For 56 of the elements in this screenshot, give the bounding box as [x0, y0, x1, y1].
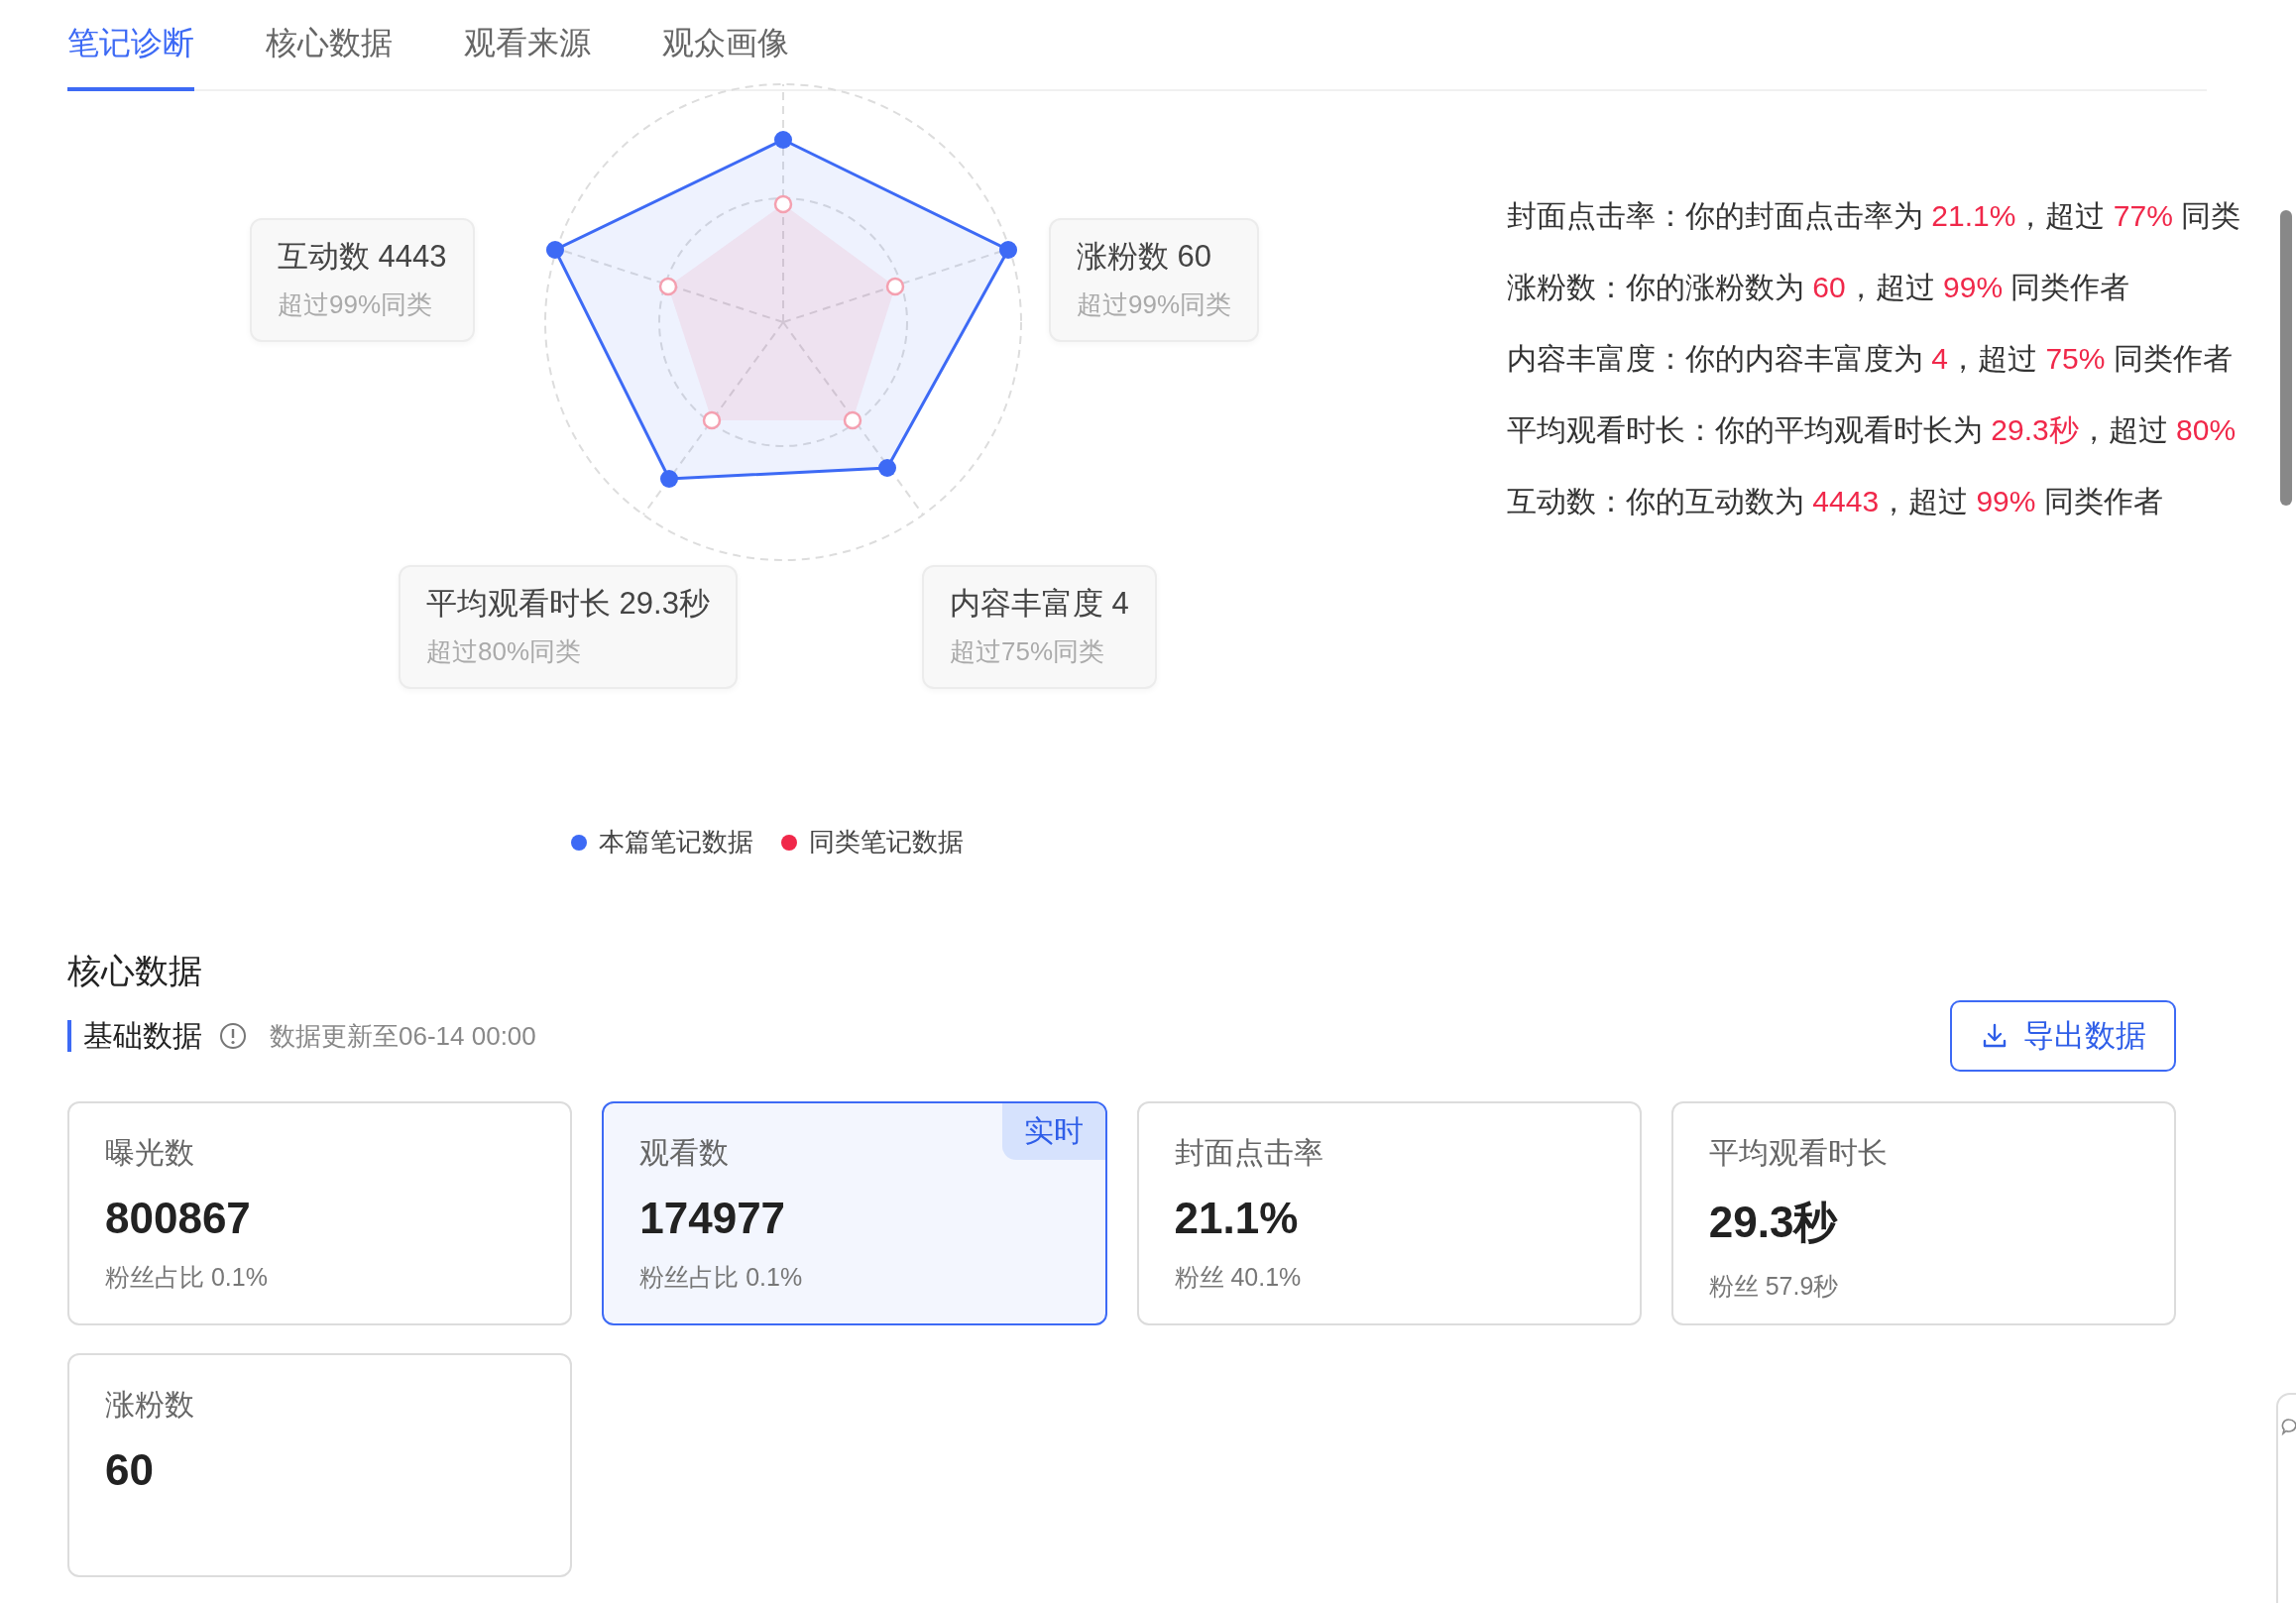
metric-value: 21.1%	[1174, 1194, 1300, 1243]
metric-label-title: 内容丰富度 4	[950, 585, 1129, 623]
note-data-point[interactable]	[546, 241, 564, 259]
update-time: 数据更新至06-14 00:00	[270, 1019, 536, 1053]
metric-name: 观看数	[639, 1135, 731, 1171]
subsection-title: 基础数据	[83, 1017, 202, 1054]
help-tab[interactable]	[2276, 1393, 2296, 1603]
tab[interactable]: 观众画像	[662, 22, 789, 91]
metric-card[interactable]: 实时 观看数 174977 粉丝占比 0.1%	[602, 1101, 1107, 1325]
metric-label-note: 超过75%同类	[950, 635, 1106, 668]
metric-card[interactable]: 曝光数 800867 粉丝占比 0.1%	[67, 1101, 573, 1325]
metric-name: 涨粉数	[105, 1387, 195, 1423]
metric-label-note: 超过99%同类	[278, 288, 434, 321]
scrollbar-thumb[interactable]	[2280, 210, 2292, 506]
metric-name: 封面点击率	[1174, 1135, 1324, 1171]
legend-label[interactable]: 本篇笔记数据	[599, 825, 753, 859]
summary-line: 内容丰富度：你的内容丰富度为 4，超过 75% 同类作者	[1507, 341, 2234, 377]
tab[interactable]: 核心数据	[266, 22, 393, 91]
info-icon[interactable]	[218, 1021, 248, 1051]
peer-data-point[interactable]	[773, 194, 793, 214]
metric-label-title: 涨粉数 60	[1077, 238, 1213, 276]
realtime-badge: 实时	[1001, 1103, 1105, 1160]
tab[interactable]: 观看来源	[464, 22, 591, 91]
metric-card[interactable]: 封面点击率 21.1% 粉丝 40.1%	[1136, 1101, 1642, 1325]
metric-label-note: 超过99%同类	[1077, 288, 1232, 321]
metric-label-title: 互动数 4443	[278, 238, 447, 276]
peer-data-point[interactable]	[702, 410, 722, 430]
note-data-point[interactable]	[774, 131, 792, 149]
metric-note: 粉丝 57.9秒	[1708, 1271, 1840, 1302]
summary-line: 涨粉数：你的涨粉数为 60，超过 99% 同类作者	[1507, 270, 2131, 305]
peer-data-point[interactable]	[885, 277, 905, 296]
metric-name: 平均观看时长	[1708, 1135, 1889, 1171]
summary-line: 互动数：你的互动数为 4443，超过 99% 同类作者	[1507, 484, 2164, 519]
metric-name: 曝光数	[105, 1135, 195, 1171]
metric-label-note: 超过80%同类	[426, 635, 583, 668]
metric-card[interactable]: 涨粉数 60	[67, 1353, 573, 1577]
metric-note: 粉丝占比 0.1%	[639, 1262, 804, 1293]
metric-value: 800867	[105, 1194, 252, 1243]
note-data-point[interactable]	[999, 241, 1017, 259]
peer-data-point[interactable]	[843, 410, 862, 430]
note-data-point[interactable]	[878, 459, 896, 477]
note-data-point[interactable]	[660, 470, 678, 488]
summary-line: 封面点击率：你的封面点击率为 21.1%，超过 77% 同类	[1507, 198, 2241, 234]
metric-value: 29.3秒	[1708, 1197, 1839, 1248]
metric-value: 174977	[639, 1194, 787, 1243]
metric-card[interactable]: 平均观看时长 29.3秒 粉丝 57.9秒	[1670, 1101, 2176, 1325]
export-button[interactable]: 导出数据	[1950, 1000, 2176, 1072]
metric-label-title: 平均观看时长 29.3秒	[426, 585, 710, 623]
metric-note: 粉丝 40.1%	[1174, 1262, 1303, 1293]
section-title: 核心数据	[67, 951, 203, 991]
metric-note: 粉丝占比 0.1%	[105, 1262, 269, 1293]
legend-label[interactable]: 同类笔记数据	[809, 825, 964, 859]
summary-line: 平均观看时长：你的平均观看时长为 29.3秒，超过 80%	[1507, 412, 2238, 448]
peer-data-point[interactable]	[658, 277, 678, 296]
metric-value: 60	[105, 1445, 155, 1495]
tab[interactable]: 笔记诊断	[67, 22, 194, 91]
